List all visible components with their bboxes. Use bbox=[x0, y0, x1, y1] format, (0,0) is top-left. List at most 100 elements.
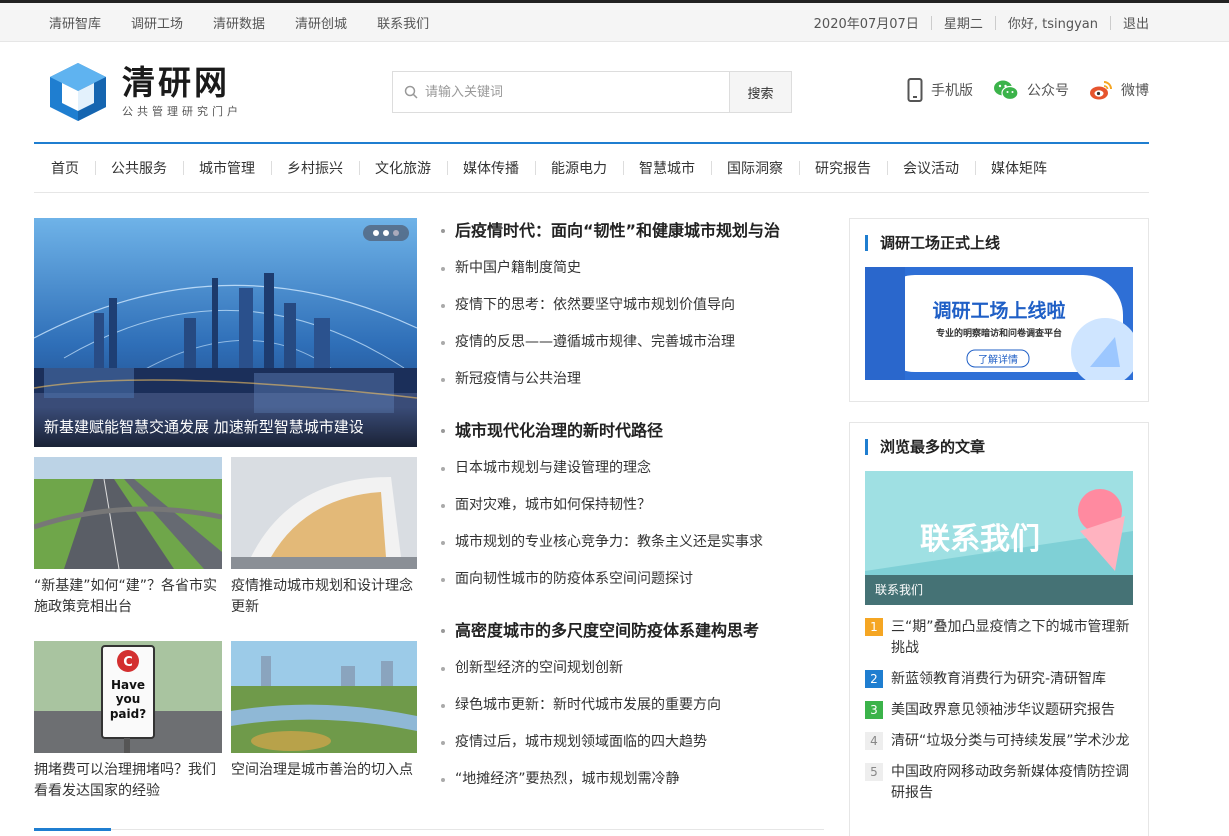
quick-links: 手机版 公众号 微博 bbox=[887, 78, 1149, 102]
user-greeting[interactable]: 你好, tsingyan bbox=[1008, 13, 1098, 32]
news-item[interactable]: 疫情过后，城市规划领域面临的四大趋势 bbox=[441, 724, 826, 761]
thumb-card[interactable]: C Have you paid? 拥堵费可以治理拥堵吗？我们看看发达国家的经验 bbox=[34, 641, 222, 802]
nav-city-management[interactable]: 城市管理 bbox=[183, 158, 271, 178]
contact-banner[interactable]: 联系我们 联系我们 bbox=[865, 471, 1133, 605]
ranking-item[interactable]: 3 美国政界意见领袖涉华议题研究报告 bbox=[865, 700, 1133, 721]
slider-dot[interactable] bbox=[383, 230, 389, 236]
survey-ad-title: 调研工场上线啦 bbox=[932, 299, 1065, 322]
mobile-link[interactable]: 手机版 bbox=[907, 78, 973, 102]
thumb-title[interactable]: 拥堵费可以治理拥堵吗？我们看看发达国家的经验 bbox=[34, 760, 222, 802]
ranking-title[interactable]: 清研“垃圾分类与可持续发展”学术沙龙 bbox=[891, 731, 1130, 752]
wechat-link[interactable]: 公众号 bbox=[993, 79, 1069, 101]
hero-caption[interactable]: 新基建赋能智慧交通发展 加速新型智慧城市建设 bbox=[34, 407, 417, 447]
nav-home[interactable]: 首页 bbox=[34, 158, 95, 178]
svg-text:C: C bbox=[123, 655, 133, 670]
ranking-title[interactable]: 新蓝领教育消费行为研究-清研智库 bbox=[891, 669, 1106, 690]
news-group: 城市现代化治理的新时代路径 日本城市规划与建设管理的理念 面对灾难，城市如何保持… bbox=[441, 418, 826, 598]
search-button[interactable]: 搜索 bbox=[729, 72, 791, 112]
rank-number: 1 bbox=[865, 618, 883, 636]
news-item[interactable]: 创新型经济的空间规划创新 bbox=[441, 650, 826, 687]
news-group: 后疫情时代：面向“韧性”和健康城市规划与治 新中国户籍制度简史 疫情下的思考：依… bbox=[441, 218, 826, 398]
survey-ad-button: 了解详情 bbox=[978, 353, 1018, 366]
slider-dots[interactable] bbox=[363, 225, 409, 241]
nav-media[interactable]: 媒体传播 bbox=[447, 158, 535, 178]
nav-public-service[interactable]: 公共服务 bbox=[95, 158, 183, 178]
main-nav: 首页 公共服务 城市管理 乡村振兴 文化旅游 媒体传播 能源电力 智慧城市 国际… bbox=[34, 142, 1149, 193]
ranking-title[interactable]: 三“期”叠加凸显疫情之下的城市管理新挑战 bbox=[891, 617, 1133, 659]
survey-banner-image: 调研工场上线啦 专业的明察暗访和问卷调查平台 了解详情 bbox=[865, 267, 1133, 380]
news-item[interactable]: 绿色城市更新：新时代城市发展的重要方向 bbox=[441, 687, 826, 724]
news-item[interactable]: 面对灾难，城市如何保持韧性？ bbox=[441, 487, 826, 524]
nav-smart-city[interactable]: 智慧城市 bbox=[623, 158, 711, 178]
top-link-diaoyan[interactable]: 调研工场 bbox=[131, 13, 183, 32]
site-logo[interactable]: 清研网 公共管理研究门户 bbox=[48, 61, 242, 123]
news-item[interactable]: 面向韧性城市的防疫体系空间问题探讨 bbox=[441, 561, 826, 598]
cube-logo-icon bbox=[50, 63, 106, 121]
survey-banner[interactable]: 调研工场上线啦 专业的明察暗访和问卷调查平台 了解详情 bbox=[865, 267, 1133, 380]
survey-ad-subtitle: 专业的明察暗访和问卷调查平台 bbox=[936, 327, 1062, 339]
ranking-item[interactable]: 2 新蓝领教育消费行为研究-清研智库 bbox=[865, 669, 1133, 690]
ranking-item[interactable]: 1 三“期”叠加凸显疫情之下的城市管理新挑战 bbox=[865, 617, 1133, 659]
top-link-contact[interactable]: 联系我们 bbox=[377, 13, 429, 32]
ranking-item[interactable]: 4 清研“垃圾分类与可持续发展”学术沙龙 bbox=[865, 731, 1133, 752]
hero-slider[interactable]: 新基建赋能智慧交通发展 加速新型智慧城市建设 bbox=[34, 218, 417, 447]
thumb-title[interactable]: 疫情推动城市规划和设计理念更新 bbox=[231, 576, 417, 618]
thumb-card[interactable]: “新基建”如何“建”？各省市实施政策竞相出台 bbox=[34, 457, 222, 618]
thumb-card[interactable]: 空间治理是城市善治的切入点 bbox=[231, 641, 417, 781]
news-item[interactable]: 日本城市规划与建设管理的理念 bbox=[441, 450, 826, 487]
news-headline[interactable]: 城市现代化治理的新时代路径 bbox=[441, 418, 826, 444]
divider bbox=[1109, 15, 1111, 30]
mobile-phone-icon bbox=[907, 78, 923, 102]
slider-dot[interactable] bbox=[393, 230, 399, 236]
ranking-item[interactable]: 5 中国政府网移动政务新媒体疫情防控调研报告 bbox=[865, 762, 1133, 804]
nav-media-matrix[interactable]: 媒体矩阵 bbox=[975, 158, 1063, 178]
thumb-title[interactable]: 空间治理是城市善治的切入点 bbox=[231, 760, 417, 781]
search-input[interactable] bbox=[393, 72, 729, 112]
news-item[interactable]: 新冠疫情与公共治理 bbox=[441, 361, 826, 398]
thumb-card[interactable]: 疫情推动城市规划和设计理念更新 bbox=[231, 457, 417, 618]
popular-ranking: 1 三“期”叠加凸显疫情之下的城市管理新挑战 2 新蓝领教育消费行为研究-清研智… bbox=[865, 617, 1133, 804]
wechat-label: 公众号 bbox=[1027, 83, 1069, 99]
slider-dot[interactable] bbox=[373, 230, 379, 236]
nav-energy[interactable]: 能源电力 bbox=[535, 158, 623, 178]
rank-number: 2 bbox=[865, 670, 883, 688]
search-icon bbox=[404, 85, 418, 99]
rank-number: 5 bbox=[865, 763, 883, 781]
news-item[interactable]: 城市规划的专业核心竞争力：教条主义还是实事求 bbox=[441, 524, 826, 561]
ranking-title[interactable]: 中国政府网移动政务新媒体疫情防控调研报告 bbox=[891, 762, 1133, 804]
search-bar: 搜索 bbox=[392, 71, 792, 113]
news-headline[interactable]: 后疫情时代：面向“韧性”和健康城市规划与治 bbox=[441, 218, 826, 244]
nav-rural-revitalization[interactable]: 乡村振兴 bbox=[271, 158, 359, 178]
divider bbox=[930, 15, 932, 30]
top-links: 清研智库 调研工场 清研数据 清研创城 联系我们 bbox=[49, 3, 459, 42]
nav-culture-tourism[interactable]: 文化旅游 bbox=[359, 158, 447, 178]
top-user-info: 2020年07月07日 星期二 你好, tsingyan 退出 bbox=[814, 3, 1149, 42]
ranking-title[interactable]: 美国政界意见领袖涉华议题研究报告 bbox=[891, 700, 1115, 721]
thumb-image bbox=[34, 457, 222, 569]
news-item[interactable]: “地摊经济”要热烈，城市规划需冷静 bbox=[441, 761, 826, 798]
contact-banner-caption[interactable]: 联系我们 bbox=[865, 575, 1133, 605]
nav-events[interactable]: 会议活动 bbox=[887, 158, 975, 178]
top-weekday: 星期二 bbox=[943, 17, 983, 32]
panel-title: 浏览最多的文章 bbox=[865, 439, 1133, 455]
thumb-title[interactable]: “新基建”如何“建”？各省市实施政策竞相出台 bbox=[34, 576, 222, 618]
contact-banner-text: 联系我们 bbox=[920, 522, 1040, 557]
news-headline[interactable]: 高密度城市的多尺度空间防疫体系建构思考 bbox=[441, 618, 826, 644]
news-item[interactable]: 疫情的反思——遵循城市规律、完善城市治理 bbox=[441, 324, 826, 361]
top-link-zhiku[interactable]: 清研智库 bbox=[49, 13, 101, 32]
nav-reports[interactable]: 研究报告 bbox=[799, 158, 887, 178]
news-item[interactable]: 新中国户籍制度简史 bbox=[441, 250, 826, 287]
top-link-chuangcheng[interactable]: 清研创城 bbox=[295, 13, 347, 32]
news-item[interactable]: 疫情下的思考：依然要坚守城市规划价值导向 bbox=[441, 287, 826, 324]
weibo-link[interactable]: 微博 bbox=[1089, 79, 1149, 101]
thumb-image: C Have you paid? bbox=[34, 641, 222, 753]
mobile-label: 手机版 bbox=[931, 83, 973, 99]
nav-international[interactable]: 国际洞察 bbox=[711, 158, 799, 178]
logo-tagline: 公共管理研究门户 bbox=[122, 105, 242, 118]
logout-link[interactable]: 退出 bbox=[1123, 13, 1149, 32]
sign-word: Have bbox=[111, 678, 145, 692]
sidebar-panel-popular: 浏览最多的文章 联系我们 联系我们 1 三“期”叠加凸显疫情之下的城市管理新挑战… bbox=[849, 422, 1149, 836]
panel-title: 调研工场正式上线 bbox=[865, 235, 1133, 251]
top-link-shuju[interactable]: 清研数据 bbox=[213, 13, 265, 32]
rank-number: 4 bbox=[865, 732, 883, 750]
